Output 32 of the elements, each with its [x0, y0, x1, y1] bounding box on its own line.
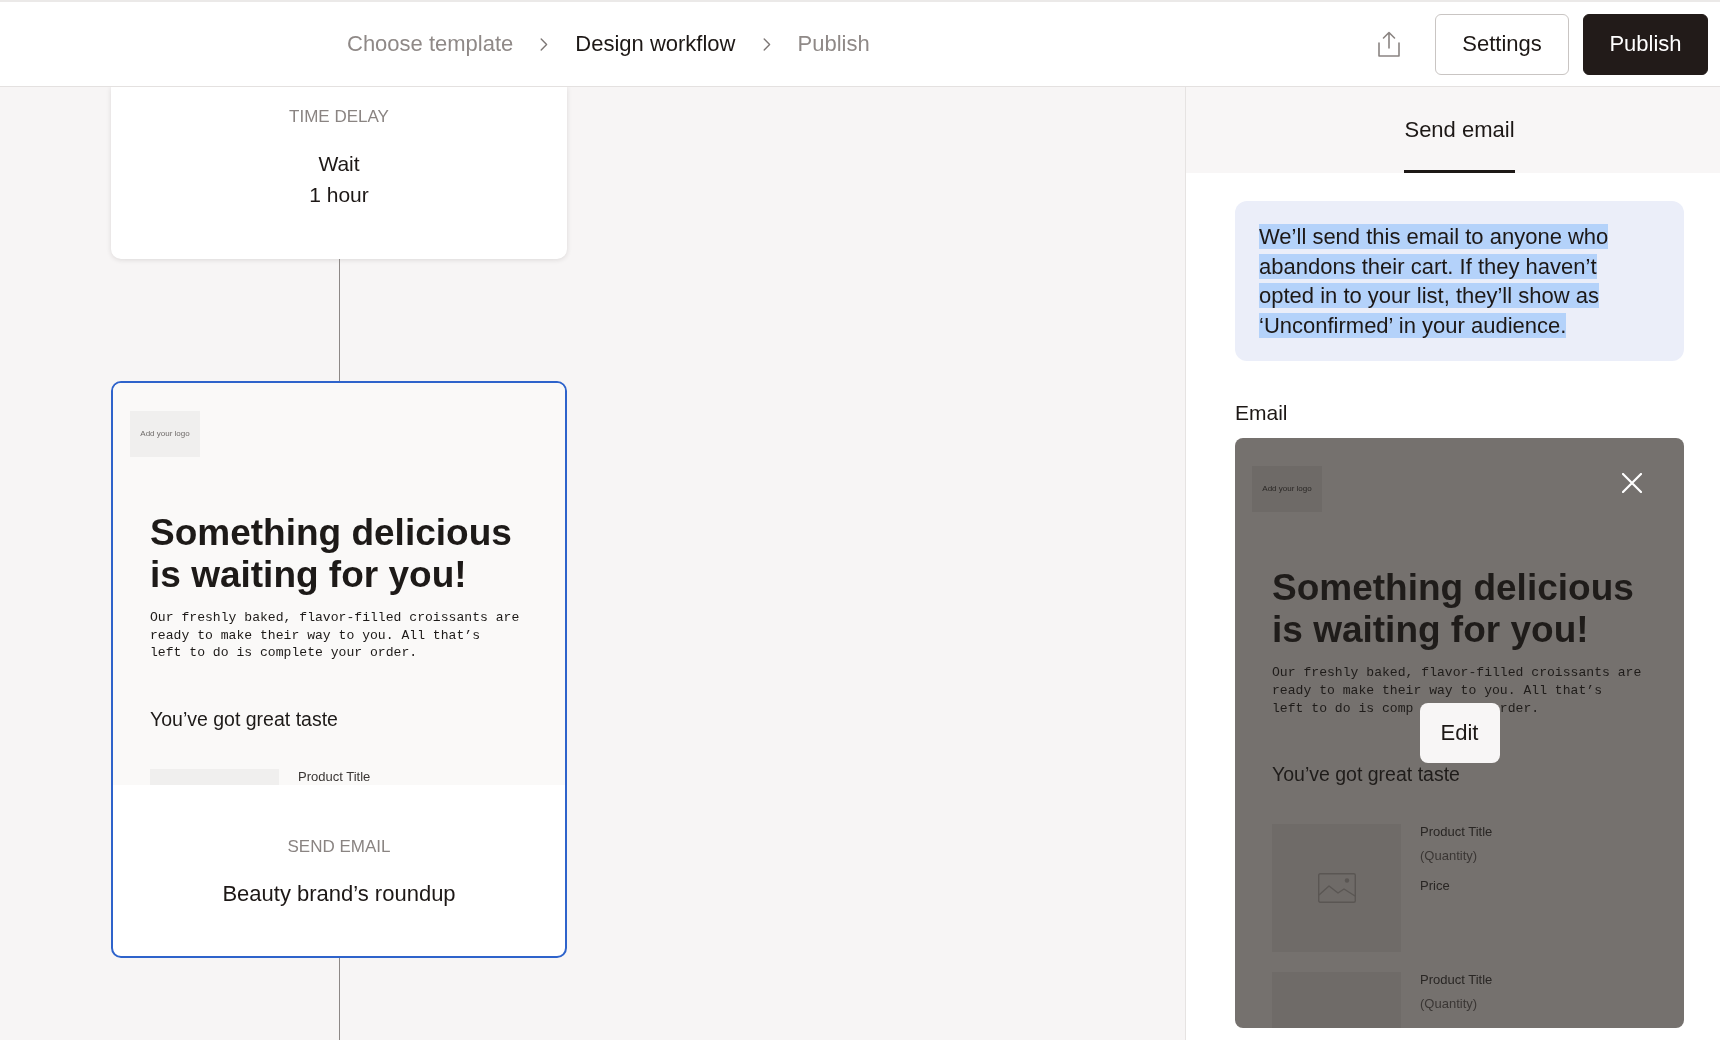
email-body-text: Our freshly baked, flavor-filled croissants are ready to make their way to you. All that’s left to do is complete your order. — [150, 609, 521, 662]
close-icon[interactable] — [1622, 473, 1642, 494]
settings-button[interactable]: Settings — [1435, 13, 1569, 75]
panel-tab[interactable]: Send email — [1404, 117, 1515, 173]
email-subheading: You’ve got great taste — [150, 708, 338, 729]
product-title: Product Title — [1420, 824, 1493, 840]
breadcrumb-item[interactable]: Design workflow — [575, 30, 736, 58]
logo-placeholder-text: Add your logo — [140, 429, 190, 439]
delay-action-text: Wait — [318, 151, 360, 177]
chevron-right-icon — [762, 37, 771, 51]
email-headline: Something delicious is waiting for you! — [1272, 567, 1635, 652]
section-label: Email — [1235, 400, 1288, 427]
node-type-label: SEND EMAIL — [287, 837, 391, 857]
email-subheading: You’ve got great taste — [1272, 764, 1460, 785]
upload-icon[interactable] — [1378, 31, 1400, 57]
info-note-text: We’ll send this email to anyone who abandons their cart. If they haven’t opted in to your list, they’ll show as ‘Unconfirmed’ in your audience. — [1259, 223, 1610, 340]
email-body-text: rder. — [1499, 699, 1540, 718]
product-price: Price — [1420, 878, 1450, 894]
publish-button[interactable]: Publish — [1583, 13, 1708, 75]
product-title: Product Title — [1420, 972, 1493, 988]
product-title: Product Title — [298, 768, 371, 784]
chevron-right-icon — [540, 37, 549, 51]
product-quantity: (Quantity) — [1420, 848, 1478, 864]
product-quantity: (Quantity) — [1420, 996, 1478, 1012]
email-headline: Something delicious is waiting for you! — [150, 512, 513, 596]
time-delay-card[interactable]: TIME DELAY Wait 1 hour — [111, 87, 567, 259]
email-name: Beauty brand’s roundup — [222, 880, 456, 908]
node-type-label: TIME DELAY — [289, 107, 389, 127]
email-node-card[interactable] — [111, 381, 567, 958]
edit-button[interactable]: Edit — [1419, 703, 1500, 764]
email-body-text: left to do is comp — [1272, 699, 1414, 718]
delay-duration-text: 1 hour — [309, 182, 369, 208]
